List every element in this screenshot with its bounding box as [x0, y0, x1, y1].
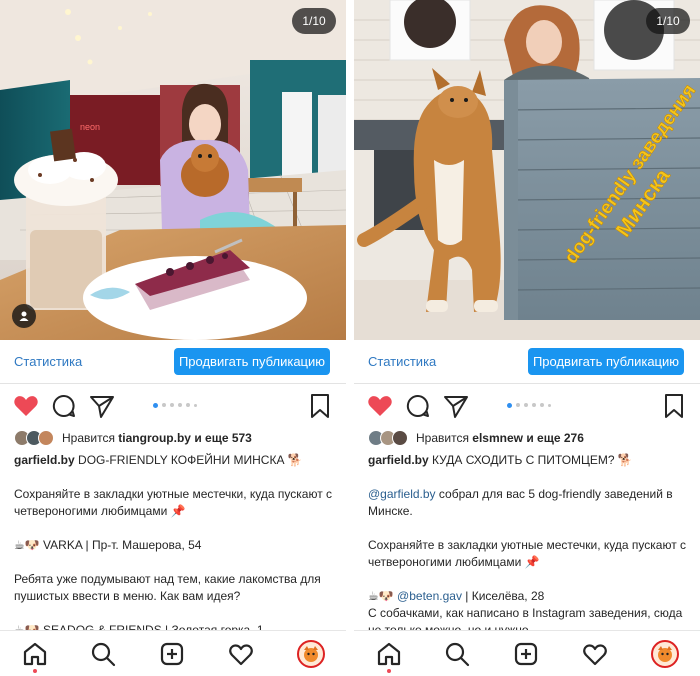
search-icon[interactable] — [90, 641, 116, 667]
carousel-dots — [153, 402, 197, 408]
activity-heart-icon[interactable] — [582, 641, 608, 667]
carousel-dot — [178, 403, 182, 407]
liker-username[interactable]: tiangroup.by — [118, 431, 191, 445]
bottom-tab-bar — [0, 630, 346, 676]
carousel-counter: 1/10 — [292, 8, 336, 34]
caption-text: ☕🐶 — [368, 589, 398, 603]
carousel-dot — [524, 403, 528, 407]
carousel-dot — [194, 403, 197, 407]
caption-paragraph: Сохраняйте в закладки уютные местечки, к… — [368, 538, 687, 569]
promote-post-button[interactable]: Продвигать публикацию — [528, 348, 684, 375]
share-icon[interactable] — [88, 392, 116, 420]
carousel-dot — [516, 403, 520, 407]
post-caption: garfield.by DOG-FRIENDLY КОФЕЙНИ МИНСКА … — [14, 452, 334, 639]
author-handle[interactable]: garfield.by — [14, 453, 75, 467]
post-card-right: 1/10 dog-friendly заведения Минска Стати… — [354, 0, 700, 676]
bookmark-icon[interactable] — [660, 392, 688, 420]
post-photo-corgi[interactable]: 1/10 dog-friendly заведения Минска — [354, 0, 700, 340]
carousel-dot — [186, 403, 190, 407]
post-card-left: neon 1/10 Статистика Продвигать публикац… — [0, 0, 346, 676]
likes-prefix: Нравится — [416, 431, 469, 445]
caption-text: | Киселёва, 28 — [461, 589, 545, 603]
tag-person-icon[interactable] — [12, 304, 36, 328]
caption-title: DOG-FRIENDLY КОФЕЙНИ МИНСКА 🐕 — [78, 453, 303, 467]
heart-icon[interactable] — [366, 392, 394, 420]
comment-icon[interactable] — [404, 392, 432, 420]
home-icon[interactable] — [376, 641, 402, 667]
search-icon[interactable] — [444, 641, 470, 667]
author-handle[interactable]: garfield.by — [368, 453, 429, 467]
caption-paragraph: Ребята уже подумывают над тем, какие лак… — [14, 572, 321, 603]
carousel-dot — [153, 402, 158, 408]
likes-prefix: Нравится — [62, 431, 115, 445]
home-icon[interactable] — [22, 641, 48, 667]
cafe-scene-image: neon — [0, 0, 346, 340]
carousel-dot — [548, 403, 551, 407]
carousel-dot — [540, 403, 544, 407]
caption-paragraph: ☕🐶 VARKA | Пр-т. Машерова, 54 — [14, 538, 202, 552]
statistics-link[interactable]: Статистика — [368, 354, 436, 369]
share-icon[interactable] — [442, 392, 470, 420]
carousel-dot — [170, 403, 174, 407]
likes-count[interactable]: и еще 573 — [194, 431, 252, 445]
caption-paragraph: @garfield.by собрал для вас 5 dog-friend… — [368, 486, 688, 520]
mention-link[interactable]: @garfield.by — [368, 487, 436, 501]
insights-bar: Статистика Продвигать публикацию — [354, 340, 700, 384]
likes-count[interactable]: и еще 276 — [526, 431, 584, 445]
likes-row[interactable]: Нравится tiangroup.by и еще 573 — [14, 429, 252, 447]
carousel-dot — [507, 402, 512, 408]
post-photo-cafe[interactable]: neon 1/10 — [0, 0, 346, 340]
likes-row[interactable]: Нравится elsmnew и еще 276 — [368, 429, 584, 447]
panel-divider — [346, 0, 354, 676]
carousel-dot — [532, 403, 536, 407]
profile-avatar-icon[interactable] — [651, 640, 679, 668]
caption-paragraph: Сохраняйте в закладки уютные местечки, к… — [14, 487, 333, 518]
bookmark-icon[interactable] — [306, 392, 334, 420]
post-actions — [0, 390, 346, 422]
liker-username[interactable]: elsmnew — [472, 431, 523, 445]
carousel-dots — [507, 402, 551, 408]
carousel-dot — [162, 403, 166, 407]
statistics-link[interactable]: Статистика — [14, 354, 82, 369]
mention-link[interactable]: @beten.gav — [397, 589, 462, 603]
text-overlay: dog-friendly заведения Минска — [560, 80, 700, 268]
caption-title: КУДА СХОДИТЬ С ПИТОМЦЕМ? 🐕 — [432, 453, 633, 467]
home-active-dot — [33, 669, 37, 673]
liker-avatars — [14, 430, 54, 446]
liker-avatars — [368, 430, 408, 446]
heart-icon[interactable] — [12, 392, 40, 420]
caption-paragraph: ☕🐶 @beten.gav | Киселёва, 28 — [368, 588, 688, 605]
add-post-icon[interactable] — [159, 641, 185, 667]
activity-heart-icon[interactable] — [228, 641, 254, 667]
post-caption: garfield.by КУДА СХОДИТЬ С ПИТОМЦЕМ? 🐕 @… — [368, 452, 688, 639]
insights-bar: Статистика Продвигать публикацию — [0, 340, 346, 384]
avatar — [38, 430, 54, 446]
avatar — [392, 430, 408, 446]
profile-avatar-icon[interactable] — [297, 640, 325, 668]
home-active-dot — [387, 669, 391, 673]
post-actions — [354, 390, 700, 422]
svg-text:neon: neon — [80, 122, 100, 132]
comment-icon[interactable] — [50, 392, 78, 420]
bottom-tab-bar — [354, 630, 700, 676]
promote-post-button[interactable]: Продвигать публикацию — [174, 348, 330, 375]
add-post-icon[interactable] — [513, 641, 539, 667]
